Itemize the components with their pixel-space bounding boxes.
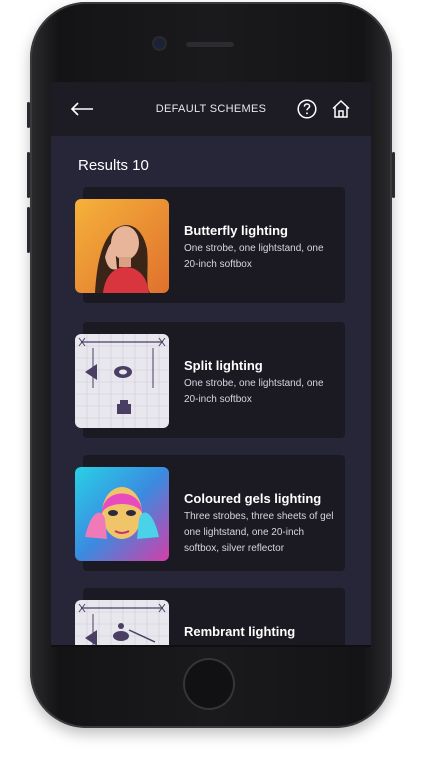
item-title: Coloured gels lighting	[184, 491, 322, 506]
screen-bottom-edge	[51, 645, 371, 647]
item-description: Three strobes, three sheets of gel one l…	[184, 511, 334, 554]
back-button[interactable]	[69, 97, 95, 121]
lighting-diagram-thumbnail	[75, 600, 169, 645]
item-description: One strobe, one lightstand, one 20-inch …	[184, 243, 324, 270]
list-item[interactable]: Coloured gels lighting Three strobes, th…	[75, 455, 345, 571]
power-button	[392, 152, 395, 198]
earpiece-speaker	[186, 42, 234, 47]
item-title: Split lighting	[184, 358, 263, 373]
top-bar: DEFAULT SCHEMES	[51, 82, 371, 136]
item-title: Rembrant lighting	[184, 624, 296, 639]
list-item[interactable]: Rembrant lighting	[75, 588, 345, 645]
app-screen: DEFAULT SCHEMES Results 10 Butterfly lig…	[51, 82, 371, 645]
question-icon	[297, 99, 317, 119]
home-icon	[332, 99, 350, 118]
item-title: Butterfly lighting	[184, 223, 288, 238]
front-camera	[154, 38, 165, 49]
portrait-thumbnail	[75, 467, 169, 561]
volume-up-button	[27, 152, 30, 198]
list-item[interactable]: Split lighting One strobe, one lightstan…	[75, 322, 345, 438]
volume-down-button	[27, 207, 30, 253]
mute-switch	[27, 102, 30, 128]
page-title: DEFAULT SCHEMES	[155, 103, 267, 115]
list-item[interactable]: Butterfly lighting One strobe, one light…	[75, 187, 345, 303]
item-description: One strobe, one lightstand, one 20-inch …	[184, 378, 324, 405]
home-button[interactable]	[185, 660, 233, 708]
home-nav-button[interactable]	[331, 99, 351, 119]
arrow-left-icon	[70, 102, 93, 116]
results-count: Results 10	[78, 157, 149, 174]
lighting-diagram-thumbnail	[75, 334, 169, 428]
portrait-thumbnail	[75, 199, 169, 293]
help-button[interactable]	[297, 99, 317, 119]
